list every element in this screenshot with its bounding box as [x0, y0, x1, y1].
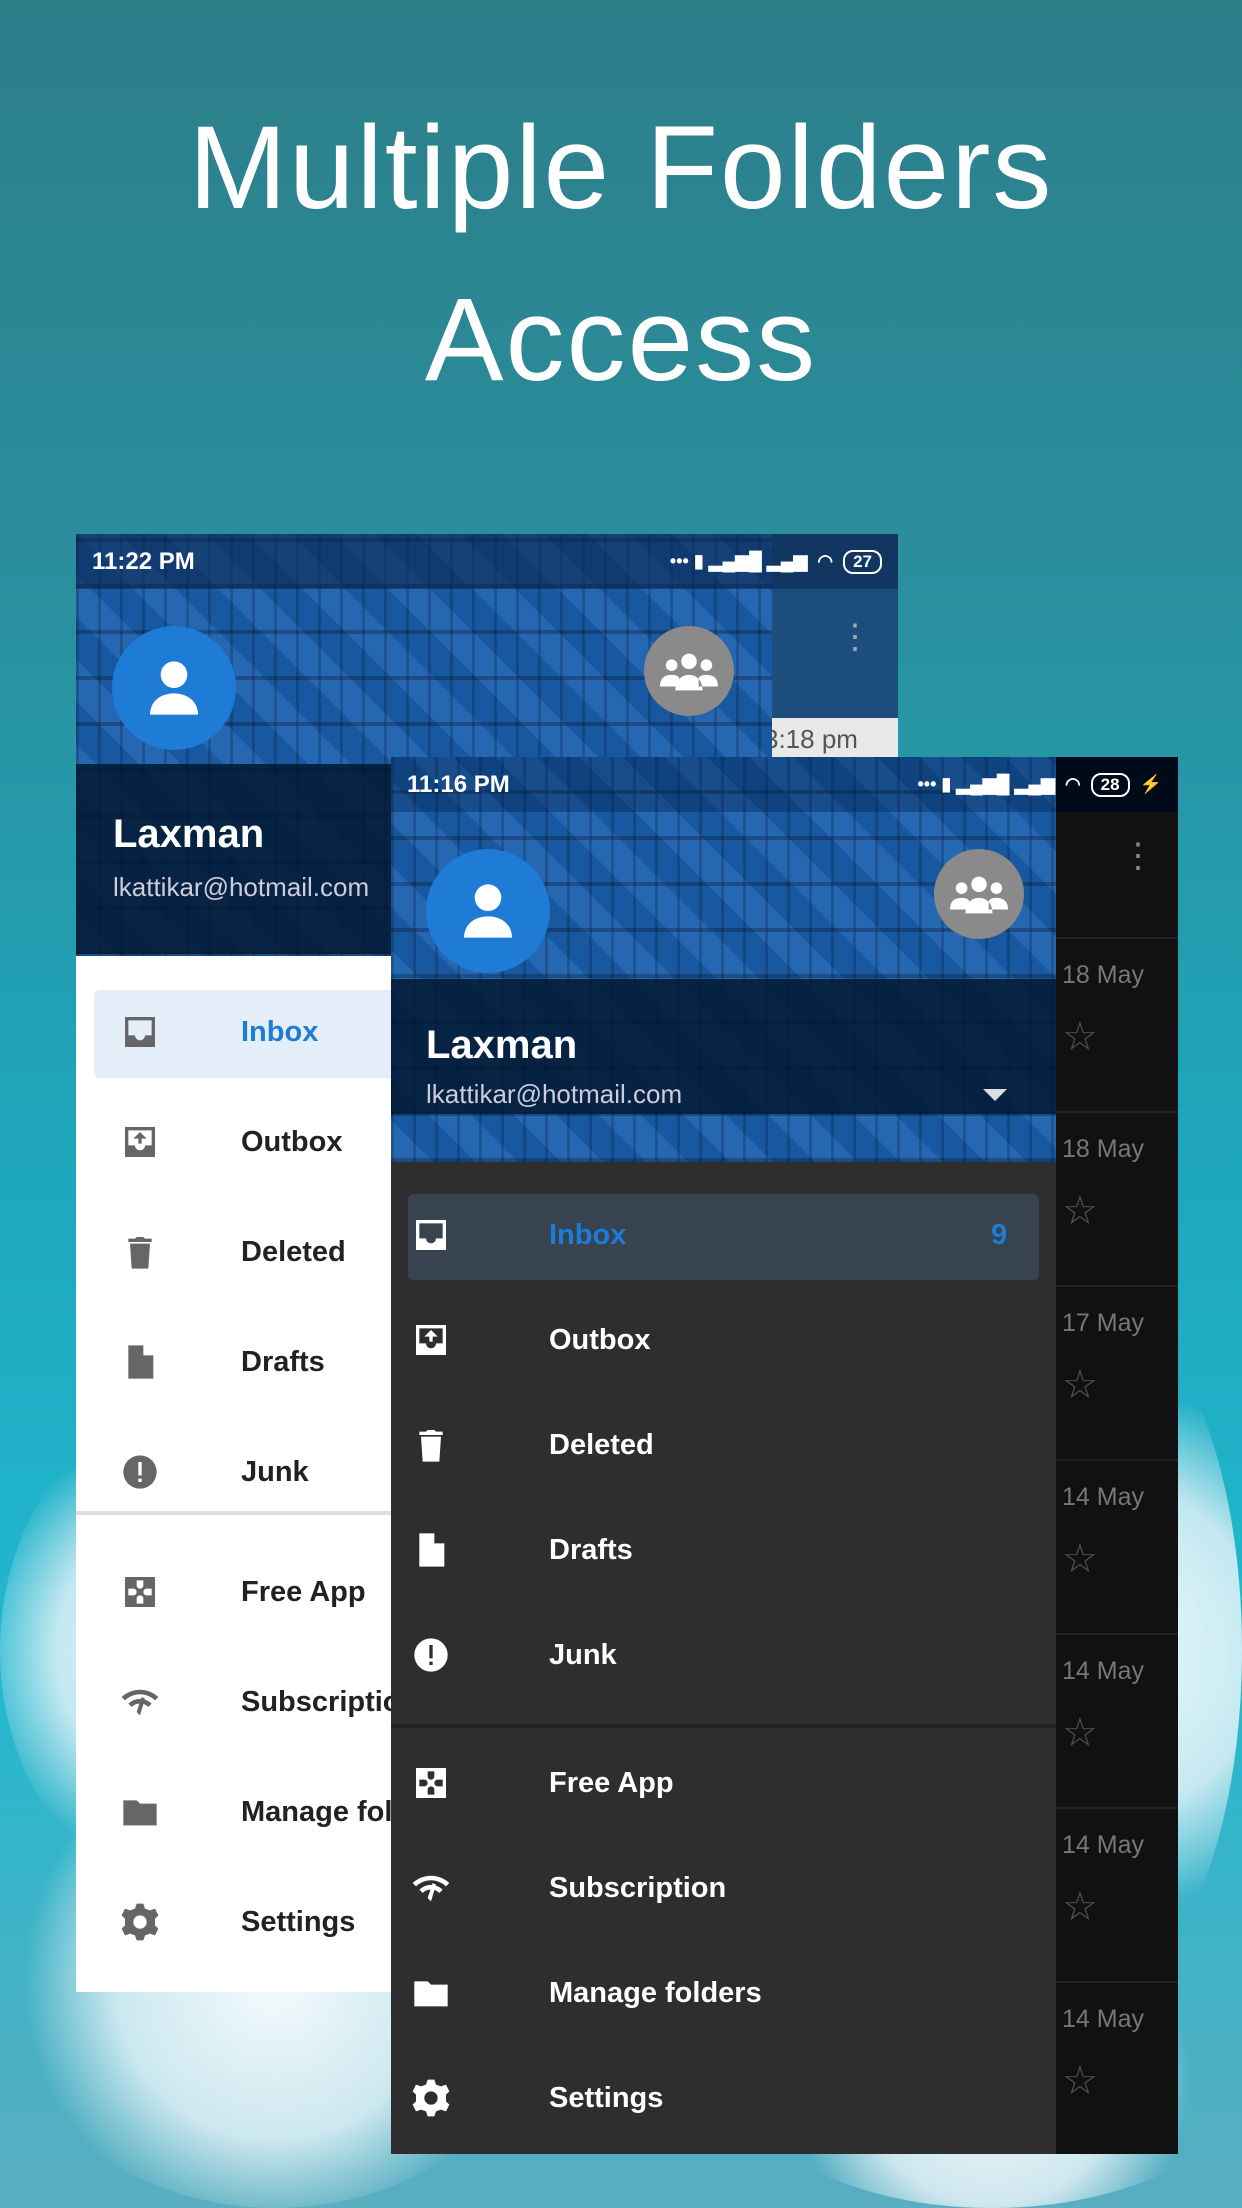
- folder-label: Deleted: [549, 1428, 654, 1461]
- wifi-icon: ◠: [817, 551, 834, 571]
- inbox-icon: [416, 1220, 446, 1250]
- status-bar: 11:22 PM ••• ▮ ▂▄▆█ ▂▄▆ ◠ 27: [76, 534, 898, 589]
- gear-icon: [412, 2079, 450, 2117]
- message-date: 18 May: [1062, 961, 1144, 989]
- status-time: 11:22 PM: [92, 547, 195, 575]
- folder-label: Junk: [549, 1638, 617, 1671]
- battery-indicator: 27: [843, 549, 882, 574]
- message-list: 18 May ☆ 18 May ☆ 17 May ☆ 14 May ☆ 14 May ☆ 14 Ma…: [1056, 937, 1178, 2154]
- star-icon[interactable]: ☆: [1062, 1710, 1098, 1756]
- charging-icon: ⚡: [1139, 774, 1162, 794]
- more-options-icon[interactable]: ⋮: [838, 620, 872, 654]
- folder-item-outbox[interactable]: Outbox: [391, 1297, 1056, 1383]
- star-icon[interactable]: ☆: [1062, 1884, 1098, 1930]
- signal-icon: ••• ▮ ▂▄▆█ ▂▄▆: [669, 551, 808, 571]
- menu-item-settings[interactable]: Settings: [391, 2055, 1056, 2141]
- signal-icon: ••• ▮ ▂▄▆█ ▂▄▆: [917, 774, 1055, 794]
- folder-label: Outbox: [241, 1125, 343, 1158]
- alert-icon: [123, 1455, 157, 1489]
- folder-label: Drafts: [549, 1533, 633, 1566]
- star-icon[interactable]: ☆: [1062, 1362, 1098, 1408]
- battery-indicator: 28: [1090, 772, 1130, 797]
- folder-item-junk[interactable]: Junk: [391, 1612, 1056, 1698]
- subscription-icon: [412, 1875, 450, 1902]
- free-app-icon: [125, 1577, 155, 1607]
- wifi-icon: ◠: [1064, 774, 1081, 794]
- status-time: 11:16 PM: [407, 770, 510, 798]
- menu-label: Free App: [241, 1575, 366, 1608]
- person-icon: [150, 661, 198, 715]
- star-icon[interactable]: ☆: [1062, 1014, 1098, 1060]
- star-icon[interactable]: ☆: [1062, 1536, 1098, 1582]
- alert-icon: [414, 1638, 448, 1672]
- message-date: 14 May: [1062, 1483, 1144, 1511]
- gear-icon: [121, 1903, 159, 1941]
- message-row[interactable]: 14 May ☆: [1056, 1983, 1178, 2154]
- group-icon: [950, 876, 1008, 914]
- folder-icon: [414, 1981, 448, 2007]
- message-row[interactable]: 18 May ☆: [1056, 939, 1178, 1113]
- star-icon[interactable]: ☆: [1062, 2058, 1098, 2104]
- trash-icon: [128, 1237, 152, 1269]
- file-icon: [128, 1345, 154, 1379]
- person-icon: [464, 884, 512, 938]
- message-row[interactable]: 17 May ☆: [1056, 1287, 1178, 1461]
- message-row[interactable]: 14 May ☆: [1056, 1809, 1178, 1983]
- user-avatar[interactable]: [426, 849, 550, 973]
- menu-label: Free App: [549, 1766, 674, 1799]
- menu-label: Manage folders: [549, 1976, 762, 2009]
- menu-item-subscription[interactable]: Subscription: [391, 1845, 1056, 1931]
- message-date: 14 May: [1062, 2005, 1144, 2033]
- inbox-icon: [125, 1017, 155, 1047]
- folder-item-drafts[interactable]: Drafts: [391, 1507, 1056, 1593]
- menu-item-free-app[interactable]: Free App: [391, 1740, 1056, 1826]
- outbox-icon: [416, 1325, 446, 1355]
- account-dropdown-icon[interactable]: [983, 1089, 1007, 1101]
- headline-line2: Access: [424, 274, 818, 406]
- message-row[interactable]: 14 May ☆: [1056, 1461, 1178, 1635]
- folder-item-deleted[interactable]: Deleted: [391, 1402, 1056, 1488]
- user-avatar[interactable]: [112, 626, 236, 750]
- user-name: Laxman: [113, 812, 265, 856]
- folder-label: Inbox: [549, 1218, 627, 1251]
- folder-label: Deleted: [241, 1235, 346, 1268]
- message-row[interactable]: 18 May ☆: [1056, 1113, 1178, 1287]
- message-time: 3:18 pm: [764, 724, 858, 754]
- user-email: lkattikar@hotmail.com: [113, 872, 370, 902]
- outbox-icon: [125, 1127, 155, 1157]
- message-date: 14 May: [1062, 1657, 1144, 1685]
- menu-label: Subscription: [549, 1871, 727, 1904]
- menu-item-manage-folders[interactable]: Manage folders: [391, 1950, 1056, 2036]
- menu-label: Settings: [241, 1905, 356, 1938]
- folder-label: Inbox: [241, 1015, 319, 1048]
- group-icon: [660, 653, 718, 691]
- message-date: 14 May: [1062, 1831, 1144, 1859]
- message-row[interactable]: 14 May ☆: [1056, 1635, 1178, 1809]
- folder-icon: [123, 1800, 157, 1826]
- folder-label: Outbox: [549, 1323, 651, 1356]
- accounts-button[interactable]: [934, 849, 1024, 939]
- status-bar: 11:16 PM ••• ▮ ▂▄▆█ ▂▄▆ ◠ 28 ⚡: [391, 757, 1178, 812]
- accounts-button[interactable]: [644, 626, 734, 716]
- headline-line1: Multiple Folders: [188, 102, 1054, 234]
- star-icon[interactable]: ☆: [1062, 1188, 1098, 1234]
- trash-icon: [419, 1430, 443, 1462]
- folder-menu: Inbox 9 Outbox Deleted Drafts Junk Free App Sub…: [391, 1162, 1056, 2154]
- menu-label: Settings: [549, 2081, 664, 2114]
- folder-label: Drafts: [241, 1345, 325, 1378]
- menu-divider: [391, 1724, 1056, 1728]
- message-date: 17 May: [1062, 1309, 1144, 1337]
- user-email: lkattikar@hotmail.com: [426, 1079, 683, 1109]
- free-app-icon: [416, 1768, 446, 1798]
- subscription-icon: [121, 1689, 159, 1716]
- front-phone-screen: ⋮ 18 May ☆ 18 May ☆ 17 May ☆ 14 May ☆ 14 May ☆ 14 …: [391, 757, 1178, 2154]
- folder-item-inbox[interactable]: Inbox 9: [391, 1192, 1056, 1278]
- user-name: Laxman: [426, 1023, 578, 1067]
- file-icon: [419, 1533, 445, 1567]
- folder-label: Junk: [241, 1455, 309, 1488]
- more-options-icon[interactable]: ⋮: [1121, 839, 1155, 873]
- unread-count: 9: [991, 1218, 1008, 1251]
- message-date: 18 May: [1062, 1135, 1144, 1163]
